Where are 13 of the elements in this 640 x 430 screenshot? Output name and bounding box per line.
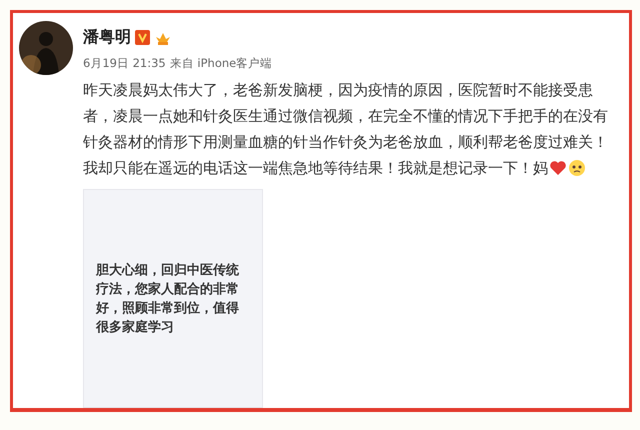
post-text-line: 者，凌晨一点她和针灸医生通过微信视频，在完全不懂的情况下手把手的在没有 <box>83 106 608 127</box>
image-text: 胆大心细，回归中医传统疗法，您家人配合的非常好，照顾非常到位，值得很多家庭学习 <box>96 262 240 336</box>
post-text-line: 我却只能在遥远的电话这一端焦急地等待结果！我就是想记录一下！妈 <box>83 158 548 179</box>
post-text-line: 昨天凌晨妈太伟大了，老爸新发脑梗，因为疫情的原因，医院暂时不能接受患 <box>83 80 593 101</box>
avatar-icon[interactable] <box>19 21 73 75</box>
heart-icon <box>549 159 567 177</box>
verified-icon <box>135 30 150 45</box>
post-source: 来自 iPhone客户端 <box>170 56 272 71</box>
post-text-line: 针灸器材的情形下用测量血糖的针当作针灸为老爸放血，顺利帮老爸度过难关！ <box>83 132 608 153</box>
post-time[interactable]: 6月19日 21:35 <box>83 56 166 71</box>
author-name[interactable]: 潘粤明 <box>83 27 131 48</box>
sad-face-icon <box>568 159 586 177</box>
image-card[interactable]: 胆大心细，回归中医传统疗法，您家人配合的非常好，照顾非常到位，值得很多家庭学习 <box>83 189 263 408</box>
